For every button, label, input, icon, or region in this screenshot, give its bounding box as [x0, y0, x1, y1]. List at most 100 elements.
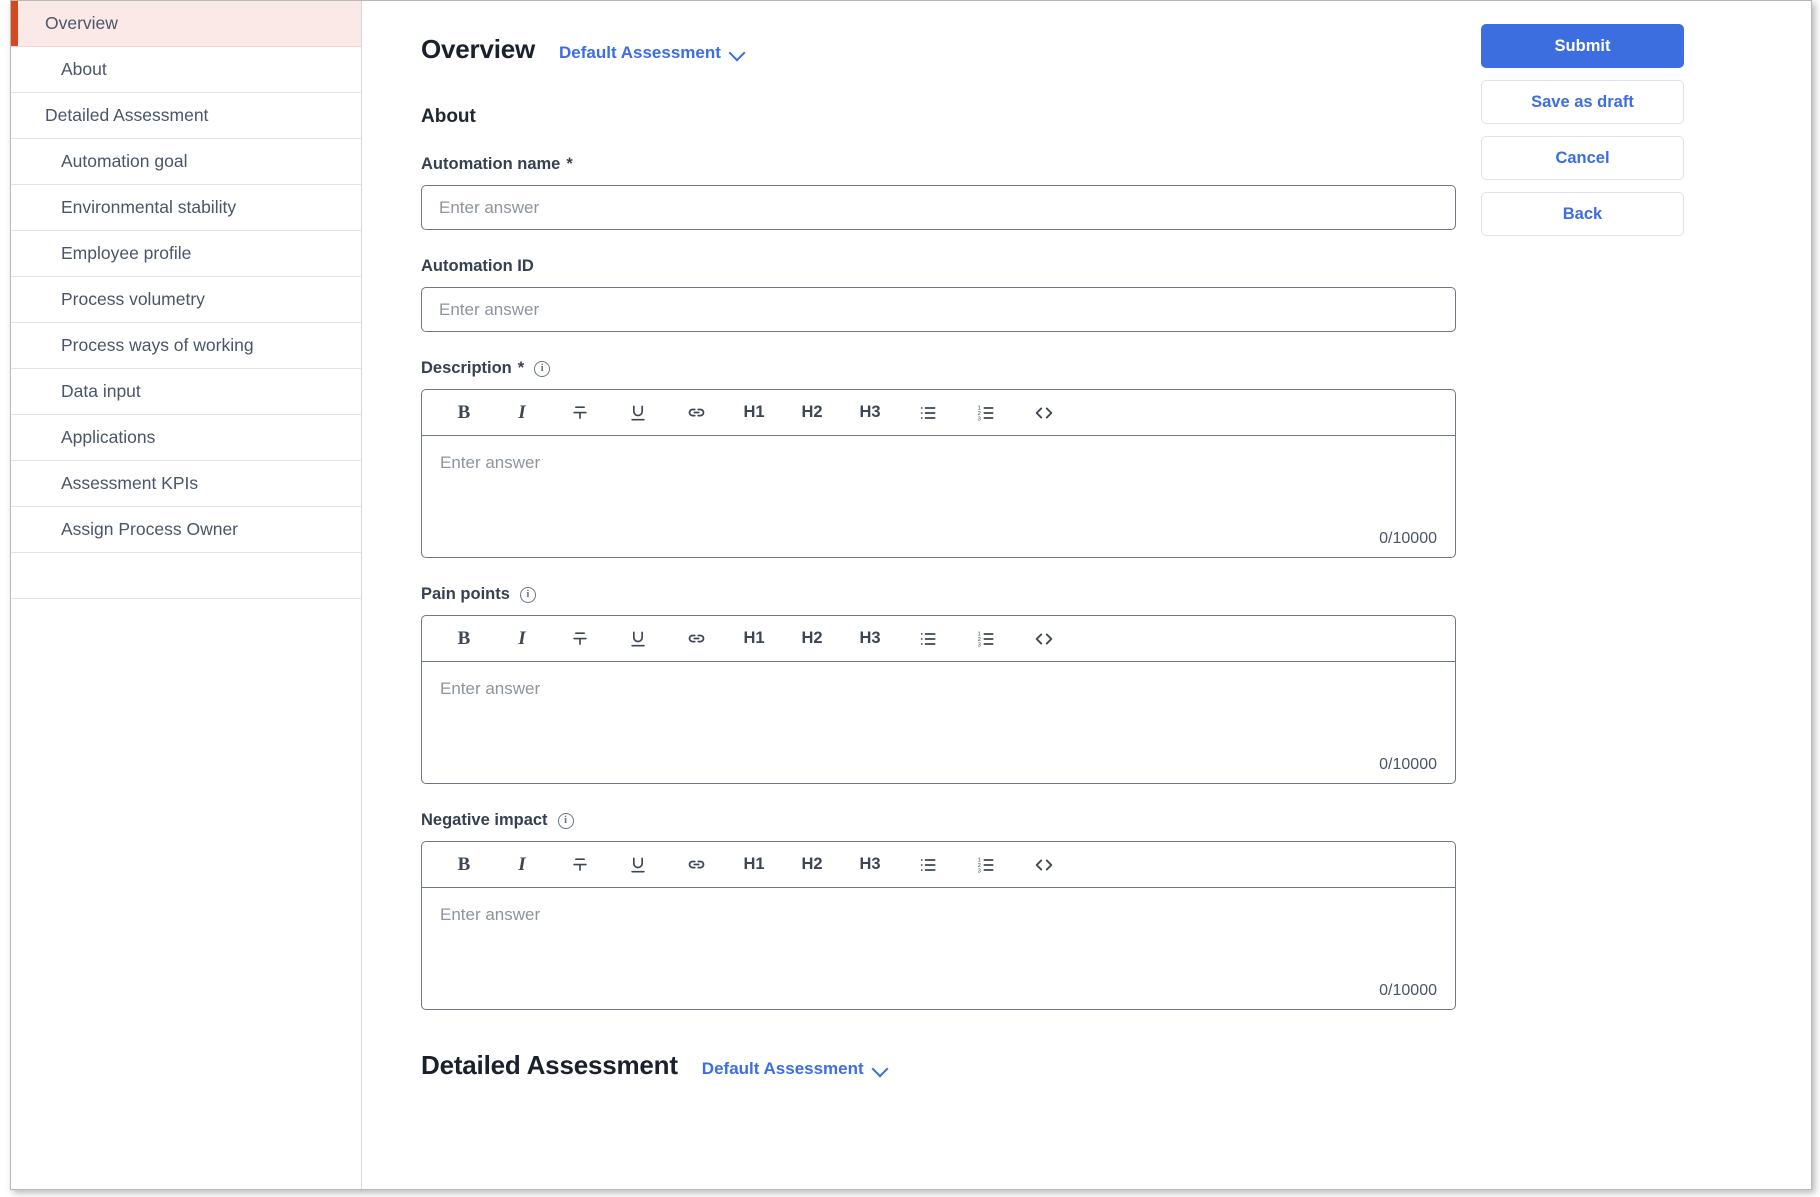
sidebar-item-label: Data input	[61, 381, 141, 401]
chevron-down-icon	[873, 1062, 888, 1077]
app-window: Overview About Detailed Assessment Automati…	[0, 0, 1820, 1197]
sidebar-item-assessment-kpis[interactable]: Assessment KPIs	[11, 461, 361, 507]
required-marker: *	[566, 155, 573, 173]
underline-icon[interactable]	[609, 619, 667, 659]
info-icon[interactable]: i	[519, 586, 536, 603]
strikethrough-icon[interactable]	[551, 393, 609, 433]
text-input[interactable]	[421, 185, 1456, 230]
action-button-rail: Submit Save as draft Cancel Back	[1481, 24, 1684, 248]
bold-icon[interactable]: B	[435, 393, 493, 433]
sidebar-item-label: Applications	[61, 427, 156, 447]
heading-3-icon[interactable]: H3	[841, 619, 899, 659]
about-section-title: About	[421, 106, 476, 127]
sidebar-item-employee-profile[interactable]: Employee profile	[11, 231, 361, 277]
heading-3-icon[interactable]: H3	[841, 845, 899, 885]
bullet-list-icon[interactable]	[899, 845, 957, 885]
editor-text-area[interactable]: Enter answer 0/10000	[422, 662, 1455, 783]
sidebar-spacer	[11, 553, 361, 599]
code-block-icon[interactable]	[1015, 845, 1073, 885]
heading-3-icon[interactable]: H3	[841, 393, 899, 433]
sidebar-item-detailed-assessment[interactable]: Detailed Assessment	[11, 93, 361, 139]
link-icon[interactable]	[667, 619, 725, 659]
italic-icon[interactable]: I	[493, 619, 551, 659]
chevron-down-icon	[730, 46, 745, 61]
svg-text:3: 3	[978, 642, 981, 648]
sidebar-item-environmental-stability[interactable]: Environmental stability	[11, 185, 361, 231]
field-description: Description * i B I H1 H2 H3 1 2 3 Enter answer 0/10…	[421, 359, 1456, 558]
field-automation-id: Automation ID	[421, 257, 1456, 332]
back-button[interactable]: Back	[1481, 192, 1684, 236]
rich-text-editor: B I H1 H2 H3 1 2 3 Enter answer 0/10000	[421, 841, 1456, 1010]
save-draft-button[interactable]: Save as draft	[1481, 80, 1684, 124]
underline-icon[interactable]	[609, 393, 667, 433]
field-negative-impact: Negative impact i B I H1 H2 H3 1 2 3 Enter answer 0…	[421, 811, 1456, 1010]
editor-placeholder: Enter answer	[440, 905, 541, 924]
assessment-selector-dropdown[interactable]: Default Assessment	[559, 43, 745, 63]
rich-text-editor: B I H1 H2 H3 1 2 3 Enter answer 0/10000	[421, 615, 1456, 784]
sidebar-item-data-input[interactable]: Data input	[11, 369, 361, 415]
code-block-icon[interactable]	[1015, 393, 1073, 433]
detailed-assessment-header: Detailed Assessment Default Assessment	[421, 1050, 1463, 1081]
numbered-list-icon[interactable]: 123	[957, 619, 1015, 659]
assessment-selector-label: Default Assessment	[559, 43, 721, 62]
heading-1-icon[interactable]: H1	[725, 845, 783, 885]
sidebar-item-label: Assign Process Owner	[61, 519, 239, 539]
editor-toolbar: B I H1 H2 H3 1 2 3	[422, 842, 1455, 888]
bold-icon[interactable]: B	[435, 845, 493, 885]
about-fields: Automation name * Automation ID Description…	[363, 155, 1463, 1010]
svg-text:3: 3	[978, 416, 981, 422]
link-icon[interactable]	[667, 845, 725, 885]
sidebar-item-process-volumetry[interactable]: Process volumetry	[11, 277, 361, 323]
sidebar-item-label: About	[61, 59, 107, 79]
field-automation-name: Automation name *	[421, 155, 1456, 230]
heading-2-icon[interactable]: H2	[783, 393, 841, 433]
underline-icon[interactable]	[609, 845, 667, 885]
strikethrough-icon[interactable]	[551, 845, 609, 885]
sidebar-item-process-ways-of-working[interactable]: Process ways of working	[11, 323, 361, 369]
editor-placeholder: Enter answer	[440, 453, 541, 472]
bold-icon[interactable]: B	[435, 619, 493, 659]
editor-text-area[interactable]: Enter answer 0/10000	[422, 888, 1455, 1009]
italic-icon[interactable]: I	[493, 845, 551, 885]
info-icon[interactable]: i	[534, 360, 551, 377]
heading-2-icon[interactable]: H2	[783, 619, 841, 659]
italic-icon[interactable]: I	[493, 393, 551, 433]
sidebar-item-about[interactable]: About	[11, 47, 361, 93]
heading-1-icon[interactable]: H1	[725, 393, 783, 433]
sidebar-item-label: Overview	[45, 13, 118, 33]
sidebar-item-label: Employee profile	[61, 243, 192, 263]
sidebar-item-label: Detailed Assessment	[45, 105, 209, 125]
field-label-text: Negative impact	[421, 811, 548, 829]
info-icon[interactable]: i	[557, 812, 574, 829]
field-label-text: Description	[421, 359, 512, 377]
sidebar-item-automation-goal[interactable]: Automation goal	[11, 139, 361, 185]
text-input[interactable]	[421, 287, 1456, 332]
editor-text-area[interactable]: Enter answer 0/10000	[422, 436, 1455, 557]
bullet-list-icon[interactable]	[899, 619, 957, 659]
character-counter: 0/10000	[1379, 756, 1437, 773]
svg-text:3: 3	[978, 868, 981, 874]
sidebar-nav: Overview About Detailed Assessment Automati…	[11, 1, 362, 1189]
heading-2-icon[interactable]: H2	[783, 845, 841, 885]
field-label: Automation ID	[421, 257, 1456, 276]
sidebar-item-overview[interactable]: Overview	[11, 1, 361, 47]
field-label-text: Pain points	[421, 585, 510, 603]
main-content: Overview Default Assessment About Automa…	[363, 1, 1463, 1189]
field-label: Automation name *	[421, 155, 1456, 174]
cancel-button[interactable]: Cancel	[1481, 136, 1684, 180]
editor-toolbar: B I H1 H2 H3 1 2 3	[422, 616, 1455, 662]
heading-1-icon[interactable]: H1	[725, 619, 783, 659]
bullet-list-icon[interactable]	[899, 393, 957, 433]
field-label: Description * i	[421, 359, 1456, 378]
sidebar-item-assign-process-owner[interactable]: Assign Process Owner	[11, 507, 361, 553]
sidebar-item-applications[interactable]: Applications	[11, 415, 361, 461]
numbered-list-icon[interactable]: 123	[957, 845, 1015, 885]
code-block-icon[interactable]	[1015, 619, 1073, 659]
strikethrough-icon[interactable]	[551, 619, 609, 659]
numbered-list-icon[interactable]: 123	[957, 393, 1015, 433]
sidebar-item-label: Assessment KPIs	[61, 473, 199, 493]
detailed-assessment-selector-dropdown[interactable]: Default Assessment	[702, 1059, 888, 1079]
link-icon[interactable]	[667, 393, 725, 433]
page-header: Overview Default Assessment	[421, 34, 1463, 65]
submit-button[interactable]: Submit	[1481, 24, 1684, 68]
